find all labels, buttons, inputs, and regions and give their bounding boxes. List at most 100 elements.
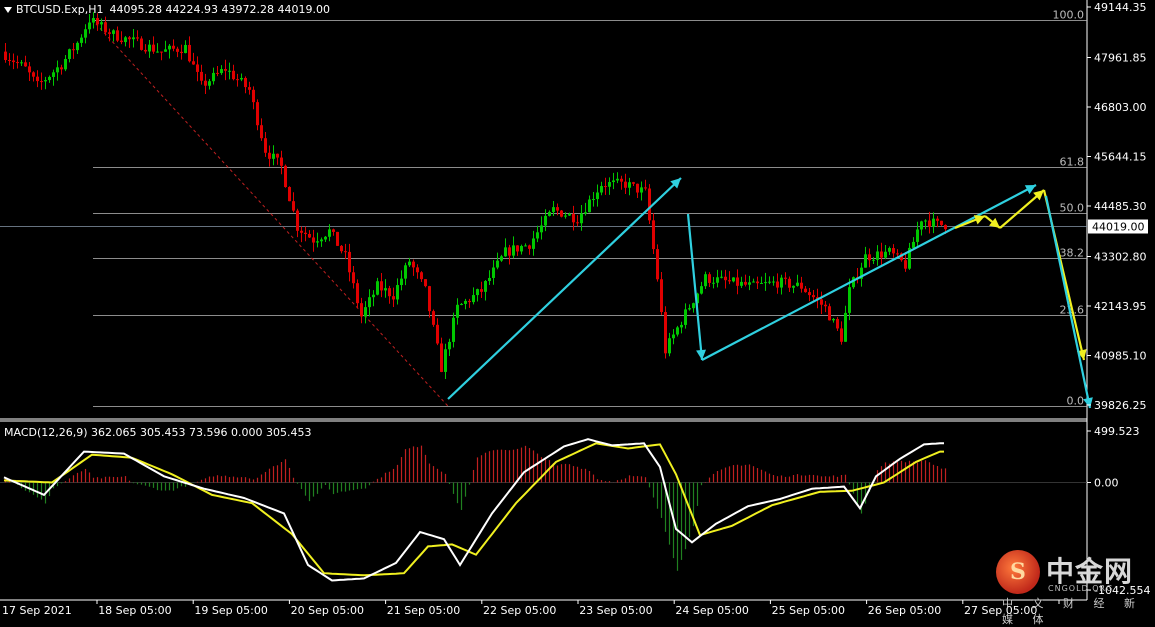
candle-body <box>188 44 191 62</box>
candle-body <box>180 51 183 54</box>
candle-body <box>684 309 687 325</box>
candle-body <box>872 259 875 261</box>
candle-body <box>916 229 919 242</box>
candle-body <box>688 308 691 310</box>
candle-body <box>380 281 383 291</box>
candle-body <box>448 341 451 350</box>
price-tick-label: 44485.30 <box>1094 200 1147 213</box>
candle-body <box>328 229 331 237</box>
macd-signal-line <box>3 442 944 577</box>
candle-body <box>192 61 195 65</box>
candle-body <box>412 261 415 268</box>
candle-body <box>600 186 603 193</box>
candle-body <box>424 279 427 287</box>
candle-body <box>932 218 935 227</box>
candle-body <box>628 182 631 188</box>
candle-body <box>408 261 411 266</box>
candle-body <box>672 334 675 339</box>
trend-arrow-line <box>447 177 682 400</box>
candle-body <box>724 276 727 281</box>
candle-body <box>820 299 823 305</box>
candle-body <box>516 245 519 252</box>
candle-body <box>636 183 639 193</box>
candle-body <box>204 80 207 86</box>
time-tick-label: 24 Sep 05:00 <box>675 604 748 617</box>
candle-body <box>824 304 827 307</box>
chart-header: BTCUSD.Exp,H1 44095.28 44224.93 43972.28 … <box>4 3 330 16</box>
candle-body <box>944 224 947 230</box>
fib-level-label: 38.2 <box>1060 247 1085 260</box>
candle-body <box>352 272 355 284</box>
candle-body <box>536 232 539 239</box>
candle-body <box>484 281 487 292</box>
time-tick-label: 25 Sep 05:00 <box>772 604 845 617</box>
time-tick-label: 21 Sep 05:00 <box>387 604 460 617</box>
candle-body <box>24 62 27 67</box>
macd-header: MACD(12,26,9) 362.065 305.453 73.596 0.0… <box>4 426 312 439</box>
candle-body <box>492 267 495 278</box>
candle-body <box>704 274 707 287</box>
candle-body <box>428 286 431 312</box>
candle-body <box>116 30 119 41</box>
candle-body <box>508 247 511 256</box>
candle-body <box>52 72 55 77</box>
candle-body <box>572 213 575 223</box>
candle-body <box>756 281 759 284</box>
candle-body <box>748 282 751 285</box>
candle-body <box>920 221 923 230</box>
price-tick-label: 45644.15 <box>1094 151 1147 164</box>
candle-body <box>344 251 347 253</box>
candle-body <box>472 295 475 303</box>
candle-body <box>400 278 403 286</box>
dropdown-triangle-icon[interactable] <box>4 7 12 13</box>
candle-body <box>136 37 139 39</box>
candle-body <box>504 247 507 257</box>
candle-body <box>476 289 479 296</box>
candle-body <box>680 324 683 328</box>
candle-body <box>596 192 599 200</box>
candle-body <box>912 241 915 248</box>
trend-arrow-line <box>686 213 704 361</box>
candle-body <box>864 254 867 268</box>
candle-body <box>264 138 267 153</box>
candle-body <box>156 51 159 53</box>
candle-body <box>104 22 107 33</box>
time-tick-label: 17 Sep 2021 <box>2 604 72 617</box>
candle-body <box>48 76 51 81</box>
candle-body <box>548 211 551 216</box>
candle-body <box>936 218 939 221</box>
candle-body <box>288 187 291 202</box>
candle-body <box>304 232 307 234</box>
symbol-label: BTCUSD.Exp,H1 <box>16 3 104 16</box>
candle-body <box>392 296 395 300</box>
candle-body <box>148 44 151 52</box>
candle-body <box>80 37 83 43</box>
candle-body <box>468 300 471 303</box>
macd-tick-label: 0.00 <box>1094 477 1119 490</box>
price-axis: 49144.35 47961.85 46803.00 45644.15 44485.30… <box>1087 1 1148 412</box>
chart-canvas[interactable]: 100.061.850.038.223.60.0 49144.3547961.8… <box>0 0 1155 621</box>
ohlc-values: 44095.28 44224.93 43972.28 44019.00 <box>109 3 330 16</box>
candle-body <box>16 62 19 64</box>
candle-body <box>416 267 419 273</box>
candle-body <box>396 285 399 300</box>
candle-body <box>928 220 931 227</box>
candle-body <box>720 276 723 278</box>
candle-body <box>292 201 295 211</box>
candle-body <box>840 328 843 342</box>
candlestick-series <box>4 12 947 379</box>
candle-body <box>568 213 571 216</box>
price-tick-label: 42143.95 <box>1094 300 1147 313</box>
candle-body <box>800 282 803 289</box>
candle-body <box>700 286 703 294</box>
trend-arrow-line <box>1044 195 1092 409</box>
candle-body <box>120 40 123 43</box>
candle-body <box>788 278 791 288</box>
candle-body <box>744 281 747 285</box>
candle-body <box>528 245 531 249</box>
candle-body <box>496 260 499 268</box>
candle-body <box>160 51 163 53</box>
candle-body <box>632 182 635 184</box>
candle-body <box>260 125 263 139</box>
candle-body <box>624 181 627 188</box>
